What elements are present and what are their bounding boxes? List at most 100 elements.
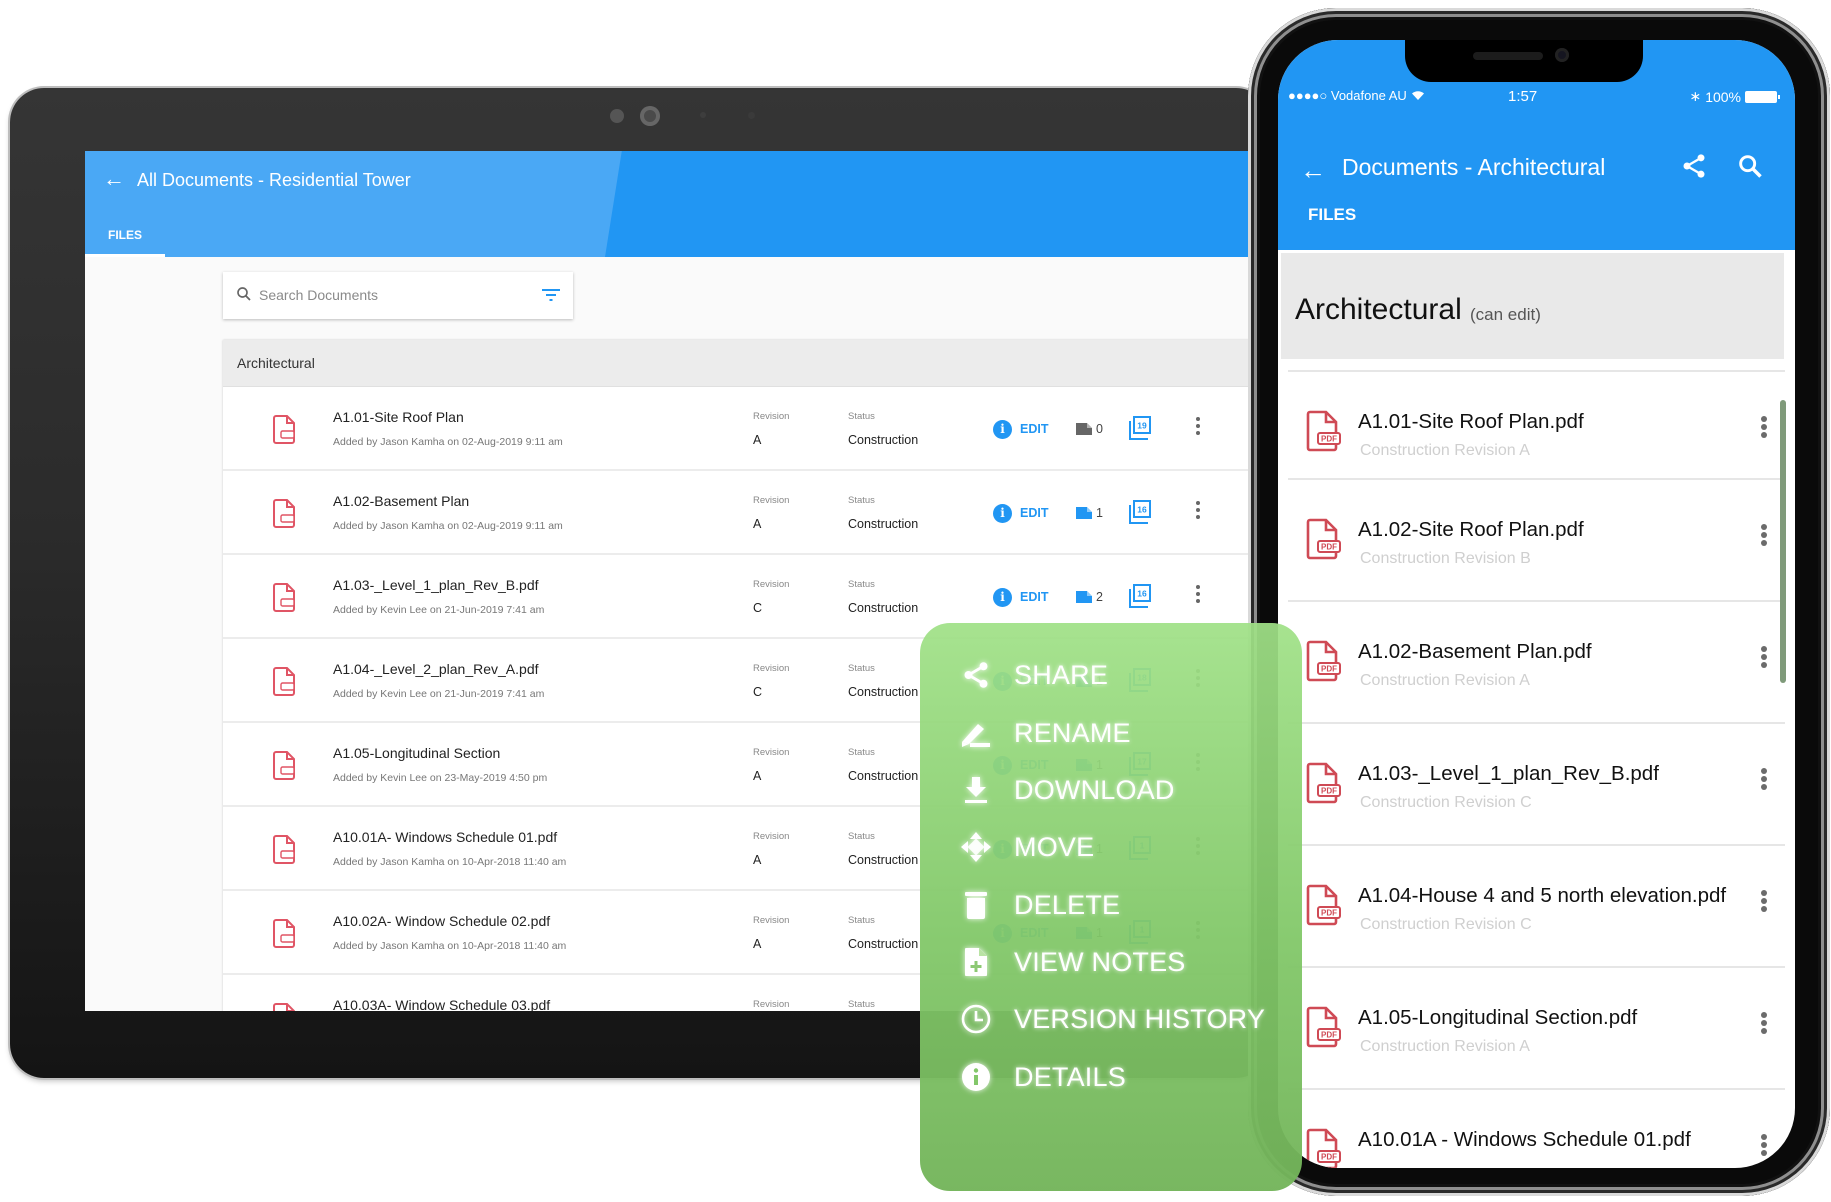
search-icon[interactable] [1736,152,1764,180]
menu-item-version-history[interactable]: VERSION HISTORY [958,999,1265,1039]
document-subtitle: Construction Revision A [1360,442,1530,459]
scrollbar[interactable] [1780,400,1786,683]
tab-files[interactable]: FILES [85,217,165,257]
menu-item-move[interactable]: MOVE [958,827,1094,867]
filter-icon[interactable] [541,287,561,303]
document-row[interactable]: A1.01-Site Roof Plan Added by Jason Kamh… [223,387,1250,471]
document-row[interactable]: PDF A1.03-_Level_1_plan_Rev_B.pdf Constr… [1288,722,1785,844]
status-value: Construction [848,433,919,447]
document-name[interactable]: A1.01-Site Roof Plan.pdf [1358,410,1584,434]
back-arrow-icon[interactable]: ← [1300,155,1326,186]
document-name[interactable]: A10.01A- Windows Schedule 01.pdf [333,829,557,845]
document-row[interactable]: A1.02-Basement Plan Added by Jason Kamha… [223,471,1250,555]
version-history-icon[interactable]: 19 [1128,415,1152,441]
more-options-icon[interactable] [1759,524,1769,550]
revision-label: Revision [753,663,790,674]
version-count: 19 [1137,421,1147,431]
note-add-icon [958,944,994,980]
document-row[interactable]: PDF A10.01A - Windows Schedule 01.pdf [1288,1088,1785,1168]
front-camera [1555,48,1569,62]
search-icon [237,287,251,301]
menu-item-view-notes[interactable]: VIEW NOTES [958,942,1186,982]
menu-item-share[interactable]: SHARE [958,655,1108,695]
menu-item-label: RENAME [1014,717,1131,748]
more-options-icon[interactable] [1759,890,1769,916]
back-arrow-icon[interactable]: ← [103,167,127,191]
status-time: 1:57 [1508,88,1538,105]
version-history-icon[interactable]: 16 [1128,583,1152,609]
document-row[interactable]: PDF A1.01-Site Roof Plan.pdf Constructio… [1288,370,1785,478]
menu-item-label: VIEW NOTES [1014,946,1186,977]
svg-text:PDF: PDF [1321,1031,1337,1040]
edit-button[interactable]: EDIT [1020,506,1048,520]
pdf-file-icon [273,583,295,612]
move-icon [958,829,994,865]
share-icon[interactable] [1680,152,1708,180]
app-header: ← All Documents - Residential Tower FILE… [85,151,1250,257]
more-options-icon[interactable] [1759,1134,1769,1160]
tablet-sensor [610,109,624,123]
document-name[interactable]: A1.04-_Level_2_plan_Rev_A.pdf [333,661,539,677]
document-name[interactable]: A1.04-House 4 and 5 north elevation.pdf [1358,884,1726,908]
more-options-icon[interactable] [1759,1012,1769,1038]
notes-count: 0 [1096,422,1103,436]
edit-button[interactable]: EDIT [1020,422,1048,436]
status-right: ∗ 100% [1689,88,1780,105]
notes-icon[interactable] [1075,590,1093,604]
document-row[interactable]: PDF A1.02-Basement Plan.pdf Construction… [1288,600,1785,722]
tab-files[interactable]: FILES [1308,205,1356,225]
svg-text:PDF: PDF [1321,665,1337,674]
revision-label: Revision [753,831,790,842]
document-name[interactable]: A10.01A - Windows Schedule 01.pdf [1358,1128,1691,1152]
menu-item-details[interactable]: DETAILS [958,1057,1126,1097]
document-name[interactable]: A1.05-Longitudinal Section [333,745,500,761]
document-name[interactable]: A10.03A- Window Schedule 03.pdf [333,997,550,1011]
document-name[interactable]: A1.02-Basement Plan [333,493,469,509]
document-row[interactable]: PDF A1.02-Site Roof Plan.pdf Constructio… [1288,478,1785,600]
more-options-icon[interactable] [1759,646,1769,672]
more-options-icon[interactable] [1759,768,1769,794]
notes-count: 2 [1096,590,1103,604]
document-row[interactable]: PDF A1.05-Longitudinal Section.pdf Const… [1288,966,1785,1088]
speaker-grille [1473,52,1543,60]
document-name[interactable]: A1.03-_Level_1_plan_Rev_B.pdf [1358,762,1659,786]
document-row[interactable]: PDF A1.04-House 4 and 5 north elevation.… [1288,844,1785,966]
revision-label: Revision [753,999,790,1010]
document-name[interactable]: A1.03-_Level_1_plan_Rev_B.pdf [333,577,539,593]
info-icon[interactable]: i [993,588,1012,607]
document-name[interactable]: A10.02A- Window Schedule 02.pdf [333,913,550,929]
notes-icon[interactable] [1075,506,1093,520]
more-options-icon[interactable] [1193,585,1203,609]
share-icon [958,657,994,693]
document-added-by: Added by Kevin Lee on 21-Jun-2019 7:41 a… [333,604,545,616]
info-icon[interactable]: i [993,504,1012,523]
more-options-icon[interactable] [1193,417,1203,441]
menu-item-download[interactable]: DOWNLOAD [958,770,1175,810]
revision-value: A [753,517,762,531]
menu-item-label: DOWNLOAD [1014,774,1175,805]
edit-button[interactable]: EDIT [1020,590,1048,604]
document-subtitle: Construction Revision C [1360,916,1532,933]
menu-item-label: MOVE [1014,831,1095,862]
search-input[interactable] [259,284,519,306]
document-name[interactable]: A1.02-Basement Plan.pdf [1358,640,1592,664]
rename-icon [958,715,994,751]
notes-icon[interactable] [1075,422,1093,436]
status-value: Construction [848,937,919,951]
document-name[interactable]: A1.02-Site Roof Plan.pdf [1358,518,1584,542]
info-icon[interactable]: i [993,420,1012,439]
status-carrier: ●●●●○ Vodafone AU [1288,88,1426,103]
more-options-icon[interactable] [1759,416,1769,442]
page-title: Documents - Architectural [1342,154,1606,180]
version-count: 16 [1137,505,1147,515]
svg-text:PDF: PDF [1321,435,1337,444]
pdf-file-icon [273,499,295,528]
more-options-icon[interactable] [1193,501,1203,525]
version-history-icon[interactable]: 16 [1128,499,1152,525]
menu-item-rename[interactable]: RENAME [958,713,1131,753]
menu-item-label: VERSION HISTORY [1014,1003,1266,1034]
document-name[interactable]: A1.01-Site Roof Plan [333,409,464,425]
menu-item-delete[interactable]: DELETE [958,885,1120,925]
document-name[interactable]: A1.05-Longitudinal Section.pdf [1358,1006,1637,1030]
revision-label: Revision [753,747,790,758]
